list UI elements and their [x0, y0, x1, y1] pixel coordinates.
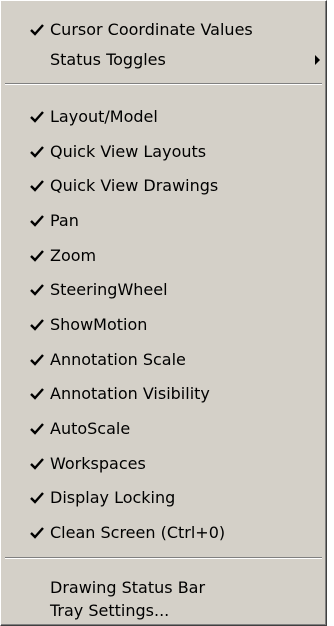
menu-item-label: Cursor Coordinate Values: [50, 20, 253, 39]
menu-item-quick-view-drawings[interactable]: Quick View Drawings: [3, 171, 324, 201]
menu-item-label: SteeringWheel: [50, 280, 168, 299]
menu-item-label: AutoScale: [50, 419, 131, 438]
checkmark-icon: [30, 458, 44, 470]
menu-item-layout-model[interactable]: Layout/Model: [3, 102, 324, 132]
menu-item-label: Pan: [50, 211, 79, 230]
menu-separator: [5, 557, 322, 559]
context-menu: Cursor Coordinate Values Status Toggles …: [0, 0, 327, 626]
menu-item-label: Quick View Layouts: [50, 142, 207, 161]
menu-item-label: Quick View Drawings: [50, 176, 219, 195]
menu-item-zoom[interactable]: Zoom: [3, 241, 324, 271]
checkmark-icon: [30, 527, 44, 539]
menu-item-label: Annotation Scale: [50, 350, 186, 369]
menu-item-label: Display Locking: [50, 488, 176, 507]
menu-item-tray-settings[interactable]: Tray Settings...: [3, 596, 324, 626]
menu-item-label: Tray Settings...: [50, 601, 170, 620]
menu-item-label: Workspaces: [50, 454, 146, 473]
menu-separator: [5, 83, 322, 85]
checkmark-icon: [30, 423, 44, 435]
checkmark-icon: [30, 492, 44, 504]
menu-item-label: Zoom: [50, 246, 97, 265]
checkmark-icon: [30, 250, 44, 262]
menu-item-display-locking[interactable]: Display Locking: [3, 483, 324, 513]
checkmark-icon: [30, 24, 44, 36]
checkmark-icon: [30, 146, 44, 158]
menu-item-annotation-visibility[interactable]: Annotation Visibility: [3, 379, 324, 409]
submenu-arrow-icon: [315, 55, 320, 65]
menu-item-label: Status Toggles: [50, 50, 166, 69]
checkmark-icon: [30, 319, 44, 331]
checkmark-icon: [30, 180, 44, 192]
menu-item-showmotion[interactable]: ShowMotion: [3, 310, 324, 340]
menu-item-annotation-scale[interactable]: Annotation Scale: [3, 345, 324, 375]
checkmark-icon: [30, 215, 44, 227]
menu-item-autoscale[interactable]: AutoScale: [3, 414, 324, 444]
menu-item-status-toggles[interactable]: Status Toggles: [3, 45, 324, 75]
checkmark-icon: [30, 354, 44, 366]
menu-item-label: Annotation Visibility: [50, 384, 210, 403]
menu-item-label: Layout/Model: [50, 107, 158, 126]
checkmark-icon: [30, 284, 44, 296]
menu-item-workspaces[interactable]: Workspaces: [3, 449, 324, 479]
menu-item-label: Clean Screen (Ctrl+0): [50, 523, 226, 542]
menu-item-pan[interactable]: Pan: [3, 206, 324, 236]
menu-item-label: ShowMotion: [50, 315, 148, 334]
checkmark-icon: [30, 388, 44, 400]
checkmark-icon: [30, 111, 44, 123]
menu-item-cursor-coordinate-values[interactable]: Cursor Coordinate Values: [3, 15, 324, 45]
menu-item-clean-screen[interactable]: Clean Screen (Ctrl+0): [3, 518, 324, 548]
menu-item-steeringwheel[interactable]: SteeringWheel: [3, 275, 324, 305]
menu-item-quick-view-layouts[interactable]: Quick View Layouts: [3, 137, 324, 167]
